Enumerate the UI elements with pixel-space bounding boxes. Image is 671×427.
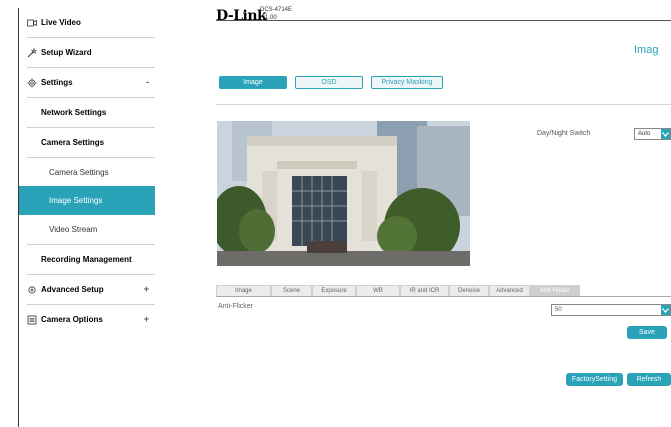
sidebar-label: Recording Management [41,255,132,264]
dlink-logo: D-Link [216,8,267,24]
tab-image[interactable]: Image [219,76,287,89]
subtab-exposure[interactable]: Exposure [312,285,356,296]
list-icon [27,315,37,324]
sidebar-item-camera-options[interactable]: Camera Options + [19,305,155,334]
chevron-down-icon[interactable] [661,129,670,139]
sidebar-label: Setup Wizard [41,48,92,57]
camera-preview [217,121,470,266]
sidebar-item-advanced-setup[interactable]: Advanced Setup + [19,275,155,304]
expand-toggle[interactable]: + [144,314,149,324]
chevron-down-icon[interactable] [661,305,670,315]
sidebar-label: Image Settings [49,196,103,205]
collapse-toggle[interactable]: - [146,77,149,87]
tab-osd[interactable]: OSD [295,76,363,89]
preview-image [217,121,470,266]
divider [216,296,671,297]
sidebar-item-live-video[interactable]: Live Video [19,8,155,37]
subtab-advanced[interactable]: Advanced [489,285,530,296]
sidebar-item-setup-wizard[interactable]: Setup Wizard [19,38,155,67]
subtab-denoise[interactable]: Denoise [449,285,489,296]
divider [216,20,671,21]
refresh-button[interactable]: Refresh [627,373,671,386]
sidebar-item-camera-settings[interactable]: Camera Settings [19,128,155,157]
day-night-value: Auto [638,131,651,137]
subtab-image[interactable]: Image [216,285,271,296]
subtab-scene[interactable]: Scene [271,285,312,296]
factory-setting-button[interactable]: FactorySetting [566,373,623,386]
sidebar-item-camera-settings-sub[interactable]: Camera Settings [19,158,155,187]
anti-flicker-select[interactable]: 50 [551,304,671,316]
sidebar-label: Camera Options [41,315,103,324]
page-title: Imag [634,44,659,56]
anti-flicker-value: 50 [555,307,562,313]
video-icon [27,19,37,26]
sidebar-item-recording-management[interactable]: Recording Management [19,245,155,274]
day-night-select[interactable]: Auto [634,128,671,140]
expand-toggle[interactable]: + [144,284,149,294]
image-subtabs: Image Scene Exposure WB IR and ICR Denoi… [216,285,580,296]
sidebar-label: Network Settings [41,108,107,117]
sidebar-label: Settings [41,78,73,87]
sidebar-item-network-settings[interactable]: Network Settings [19,98,155,127]
sidebar-item-image-settings[interactable]: Image Settings [19,186,155,215]
tab-privacy-masking[interactable]: Privacy Masking [371,76,443,89]
sidebar: Live Video Setup Wizard Settings - Netwo… [18,8,155,427]
subtab-wb[interactable]: WB [356,285,400,296]
save-button[interactable]: Save [627,326,667,339]
sidebar-label: Live Video [41,18,81,27]
sidebar-label: Advanced Setup [41,285,104,294]
sidebar-label: Camera Settings [41,138,105,147]
sidebar-label: Video Stream [49,225,98,234]
sidebar-item-settings[interactable]: Settings - [19,68,155,97]
divider [216,104,671,105]
advanced-gear-icon [28,285,36,294]
anti-flicker-label: Anti-Flicker [218,303,254,310]
sidebar-label: Camera Settings [49,168,109,177]
sidebar-item-video-stream[interactable]: Video Stream [19,215,155,244]
day-night-label: Day/Night Switch [537,130,591,137]
subtab-ir-icr[interactable]: IR and ICR [400,285,449,296]
gear-icon [27,78,37,87]
subtab-anti-flicker[interactable]: Anti-Flicker [530,285,580,296]
wand-icon [27,47,37,57]
model-name: DCS-4714E [260,7,293,13]
